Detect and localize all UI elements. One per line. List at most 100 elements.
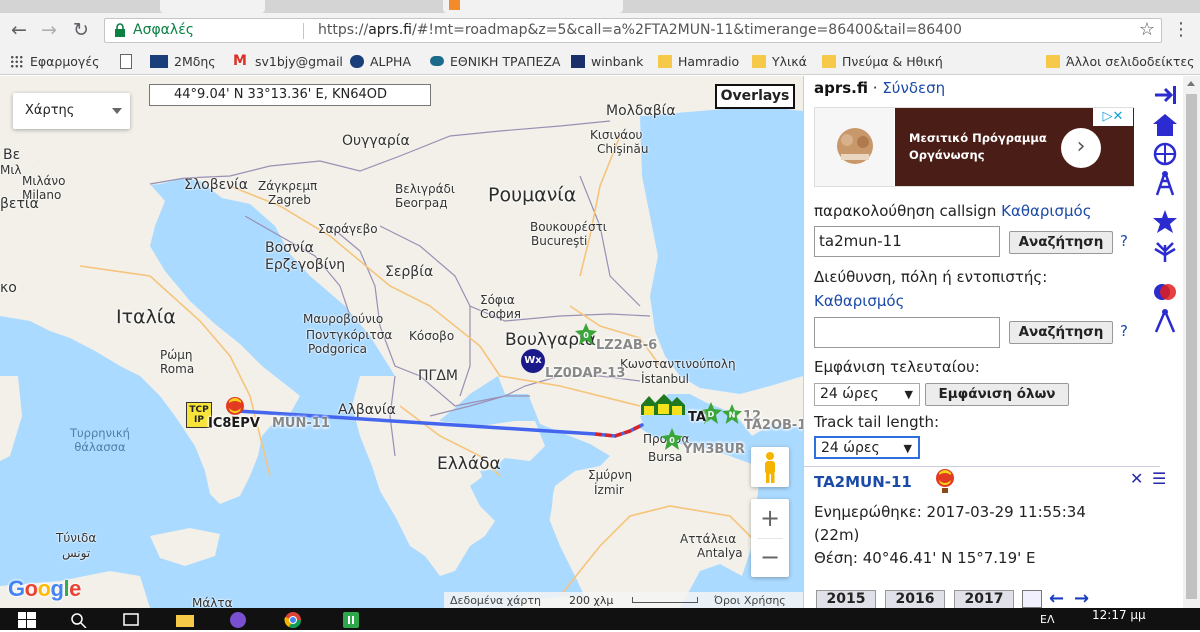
scroll-up-arrow-icon[interactable] — [1187, 81, 1195, 86]
antenna-icon[interactable] — [1151, 237, 1179, 265]
station-label-lz2ab-6[interactable]: LZ2AB-6 — [596, 338, 657, 353]
task-view-icon[interactable] — [122, 612, 140, 628]
bookmark-2mdis[interactable]: 2Μδης — [150, 52, 216, 70]
site-favicon — [350, 54, 364, 68]
calendar-icon[interactable] — [1022, 590, 1042, 608]
login-link[interactable]: Σύνδεση — [882, 79, 945, 97]
map-scale-label: 200 χλμ — [569, 594, 614, 607]
bookmark-star-icon[interactable]: ☆ — [1139, 19, 1155, 40]
zoom-in-button[interactable]: + — [751, 499, 789, 538]
station-label-lz0dap-13[interactable]: LZ0DAP-13 — [545, 366, 625, 381]
show-all-button[interactable]: Εμφάνιση όλων — [925, 383, 1069, 406]
bookmark-document[interactable] — [120, 52, 138, 70]
address-input[interactable] — [814, 317, 1000, 348]
bookmark-winbank[interactable]: winbank — [571, 52, 643, 70]
url-text[interactable]: https://aprs.fi/#!mt=roadmap&z=5&call=a%… — [318, 22, 962, 38]
terms-of-use-link[interactable]: Όροι Χρήσης — [714, 594, 786, 607]
show-last-select[interactable]: 24 ώρες ▼ — [814, 383, 920, 406]
bookmark-ylika[interactable]: Υλικά — [752, 52, 807, 70]
map-type-selector[interactable]: Χάρτης — [13, 93, 130, 129]
track-clear-link[interactable]: Καθαρισμός — [1001, 202, 1091, 220]
zoom-control: + − — [751, 499, 789, 577]
house-icons-cluster[interactable] — [641, 391, 691, 419]
balloon-icon — [934, 469, 956, 495]
callsign-search-button[interactable]: Αναζήτηση — [1009, 231, 1113, 254]
callsign-input[interactable]: ta2mun-11 — [814, 226, 1000, 257]
advertisement[interactable]: Μεσιτικό Πρόγραμμα Οργάνωσης › ▷✕ — [814, 107, 1134, 187]
close-icon[interactable]: ✕ — [1130, 469, 1143, 488]
svg-text:0: 0 — [669, 436, 675, 445]
chrome-icon[interactable] — [284, 612, 302, 629]
viber-icon[interactable] — [229, 612, 247, 628]
keyboard-language[interactable]: ΕΛ — [1040, 613, 1054, 626]
station-label-ta2ob[interactable]: TA2OB-1 — [744, 418, 803, 433]
app-icon[interactable] — [342, 612, 360, 628]
site-favicon — [150, 54, 168, 68]
back-arrow-icon[interactable]: ← — [8, 19, 30, 41]
search-icon[interactable] — [70, 612, 88, 629]
bookmark-alpha[interactable]: ALPHA — [350, 52, 411, 70]
bookmark-nbg[interactable]: ΕΘΝΙΚΗ ΤΡΑΠΕΖΑ — [430, 52, 560, 70]
previous-arrow-icon[interactable]: ← — [1049, 588, 1064, 608]
year-button[interactable]: 2017 — [954, 590, 1014, 608]
adchoices-icon[interactable]: ▷✕ — [1093, 108, 1133, 126]
secure-label: Ασφαλές — [133, 22, 194, 38]
browser-tab[interactable] — [443, 0, 623, 13]
compass-icon[interactable] — [1151, 140, 1179, 168]
bookmark-gmail[interactable]: M sv1bjy@gmail — [233, 52, 343, 70]
weather-station-icon[interactable]: Wx — [521, 349, 545, 373]
station-label-ym3bur[interactable]: YM3BUR — [683, 442, 745, 457]
year-button[interactable]: 2016 — [885, 590, 945, 608]
map-type-label: Χάρτης — [25, 103, 75, 118]
map-data-link[interactable]: Δεδομένα χάρτη — [450, 594, 541, 607]
measure-icon[interactable] — [1151, 307, 1179, 335]
star-icon[interactable] — [1151, 208, 1179, 236]
digipeater-star-icon[interactable]: N — [722, 404, 742, 424]
menu-icon[interactable]: ☰ — [1152, 469, 1166, 488]
track-overlay — [236, 409, 644, 438]
reload-icon[interactable]: ↻ — [70, 19, 92, 41]
station-name-link[interactable]: TA2MUN-11 — [814, 473, 912, 491]
callsign-help-link[interactable]: ? — [1120, 232, 1128, 250]
collapse-panel-icon[interactable] — [1151, 81, 1179, 109]
map-canvas[interactable]: Ρουμανία Ιταλία Βουλγαρία Ελλάδα Σερβία … — [0, 76, 803, 608]
forward-arrow-icon[interactable]: → — [38, 19, 60, 41]
station-label-ta2mun-11[interactable]: MUN-11 — [272, 416, 330, 431]
bookmark-label: Πνεύμα & Ηθική — [842, 53, 943, 69]
bookmark-hamradio[interactable]: Hamradio — [658, 52, 739, 70]
digipeater-star-icon[interactable]: 0 — [575, 323, 597, 345]
address-search-button[interactable]: Αναζήτηση — [1009, 321, 1113, 344]
address-bar[interactable]: Ασφαλές https://aprs.fi/#!mt=roadmap&z=5… — [104, 18, 1162, 43]
next-arrow-icon[interactable]: → — [1074, 588, 1089, 608]
overlays-button[interactable]: Overlays — [715, 84, 795, 109]
bookmark-other[interactable]: Άλλοι σελιδοδείκτες — [1046, 52, 1195, 70]
digipeater-star-icon[interactable]: 0 — [661, 428, 683, 450]
ad-go-chevron-icon[interactable]: › — [1061, 128, 1101, 168]
bookmark-apps[interactable]: Εφαρμογές — [10, 52, 99, 70]
taskbar-clock[interactable]: 12:17 μμ — [1092, 608, 1146, 622]
street-view-pegman-icon[interactable] — [751, 447, 789, 487]
svg-text:N: N — [729, 410, 736, 420]
layers-icon[interactable] — [1151, 278, 1179, 306]
house-icon[interactable] — [1151, 111, 1179, 139]
address-clear-link[interactable]: Καθαρισμός — [814, 292, 904, 310]
brand-name[interactable]: aprs.fi — [814, 79, 868, 97]
station-label-ic8epv[interactable]: IC8EPV — [208, 416, 260, 431]
address-help-link[interactable]: ? — [1120, 322, 1128, 340]
show-last-value: 24 ώρες — [820, 386, 879, 402]
file-explorer-icon[interactable] — [176, 612, 194, 628]
browser-menu-icon[interactable]: ⋮ — [1172, 19, 1190, 40]
windows-start-icon[interactable] — [18, 612, 36, 628]
bookmark-pnevma[interactable]: Πνεύμα & Ηθική — [822, 52, 943, 70]
browser-tab[interactable] — [160, 0, 265, 13]
zoom-out-button[interactable]: − — [751, 538, 789, 577]
tail-length-select[interactable]: 24 ώρες ▼ — [814, 436, 920, 459]
scrollbar-thumb[interactable] — [1186, 94, 1197, 599]
station-label-ta[interactable]: TA — [688, 410, 706, 425]
google-logo[interactable]: Google — [8, 576, 81, 602]
address-label: Διεύθυνση, πόλη ή εντοπιστής: — [814, 268, 1048, 286]
vertical-scrollbar[interactable] — [1183, 76, 1200, 608]
tower-icon[interactable] — [1151, 169, 1179, 197]
apps-grid-icon — [10, 54, 24, 68]
year-button[interactable]: 2015 — [816, 590, 876, 608]
